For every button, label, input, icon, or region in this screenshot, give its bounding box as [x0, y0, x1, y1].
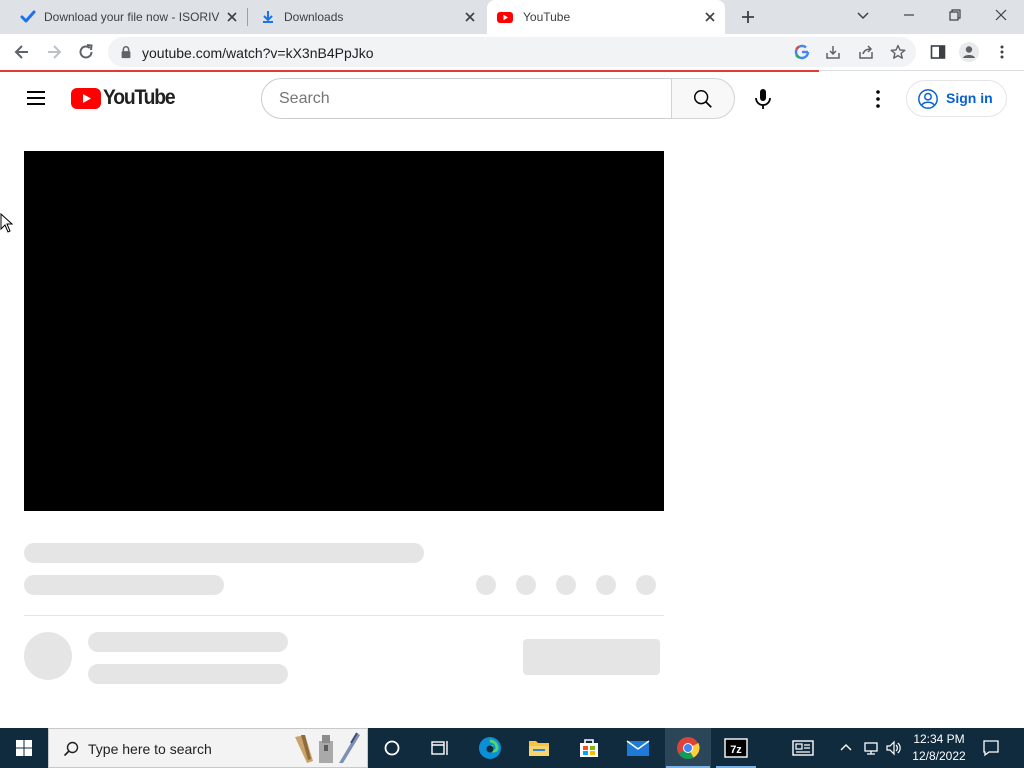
video-player[interactable]: [24, 151, 664, 511]
tab-title: Download your file now - ISORIV: [44, 10, 220, 24]
channel-name-skeleton: [88, 632, 288, 652]
reload-icon[interactable]: [76, 42, 96, 62]
mail-icon[interactable]: [626, 736, 650, 760]
action-skeleton: [476, 575, 496, 595]
search-icon: [694, 90, 712, 108]
forward-icon[interactable]: [44, 42, 64, 62]
search-placeholder: Search: [279, 90, 330, 107]
download-favicon-icon: [263, 11, 273, 23]
page-load-progress-bar: [0, 70, 819, 72]
close-tab-icon[interactable]: [702, 9, 718, 25]
chrome-menu-icon[interactable]: [994, 44, 1010, 60]
network-icon[interactable]: [863, 740, 879, 756]
chrome-icon[interactable]: [676, 736, 700, 760]
search-button[interactable]: [671, 78, 735, 119]
meta-skeleton: [24, 575, 224, 595]
check-favicon-icon: [20, 10, 36, 23]
action-skeleton: [516, 575, 536, 595]
url-text: youtube.com/watch?v=kX3nB4PpJko: [142, 45, 374, 61]
tab-search-chevron-icon[interactable]: [855, 7, 871, 23]
close-tab-icon[interactable]: [462, 9, 478, 25]
channel-avatar-skeleton: [24, 632, 72, 680]
tab-downloads[interactable]: Downloads: [248, 0, 486, 34]
close-window-icon[interactable]: [993, 7, 1009, 23]
youtube-logo-text: YouTube: [103, 86, 176, 109]
tab-youtube[interactable]: YouTube: [487, 0, 725, 34]
volume-icon[interactable]: [885, 740, 901, 756]
channel-subs-skeleton: [88, 664, 288, 684]
lock-icon[interactable]: [119, 44, 133, 60]
windows-taskbar: Type here to search 7z: [0, 728, 1024, 768]
minimize-icon[interactable]: [901, 7, 917, 23]
tab-title: Downloads: [284, 10, 344, 24]
settings-more-icon[interactable]: [866, 87, 890, 111]
search-icon: [63, 741, 79, 757]
youtube-logo[interactable]: YouTube: [71, 86, 176, 112]
back-icon[interactable]: [12, 42, 32, 62]
sign-in-label: Sign in: [946, 90, 993, 106]
search-highlight-illustration-icon: [295, 732, 360, 763]
account-circle-icon: [918, 89, 938, 109]
youtube-play-icon: [71, 88, 101, 109]
youtube-favicon-icon: [497, 12, 513, 23]
share-icon[interactable]: [858, 44, 874, 60]
bookmark-star-icon[interactable]: [890, 44, 906, 60]
new-tab-icon[interactable]: [740, 9, 756, 25]
voice-search-icon[interactable]: [751, 87, 775, 111]
clock-date: 12/8/2022: [912, 749, 966, 763]
action-skeleton: [596, 575, 616, 595]
action-skeleton: [556, 575, 576, 595]
notifications-icon[interactable]: [982, 739, 1000, 757]
mouse-cursor-icon: [0, 213, 14, 233]
google-lens-icon[interactable]: [794, 44, 810, 60]
side-panel-icon[interactable]: [930, 44, 946, 60]
show-hidden-icons-chevron-icon[interactable]: [838, 740, 854, 756]
svg-text:7z: 7z: [730, 744, 742, 756]
title-skeleton: [24, 543, 424, 563]
system-clock[interactable]: 12:34 PM 12/8/2022: [904, 731, 974, 765]
sign-in-button[interactable]: Sign in: [906, 80, 1007, 117]
clock-time: 12:34 PM: [913, 732, 965, 746]
restore-icon[interactable]: [947, 7, 963, 23]
edge-browser-icon[interactable]: [478, 736, 502, 760]
action-skeleton: [636, 575, 656, 595]
search-input[interactable]: Search: [261, 78, 672, 119]
windows-start-icon[interactable]: [16, 740, 32, 756]
tab-title: YouTube: [523, 10, 571, 24]
microsoft-store-icon[interactable]: [577, 736, 601, 760]
cortana-icon[interactable]: [382, 738, 402, 758]
browser-toolbar: youtube.com/watch?v=kX3nB4PpJko: [0, 34, 1024, 70]
youtube-search-bar: Search: [261, 78, 735, 119]
hamburger-menu-icon[interactable]: [24, 86, 48, 110]
news-widget-icon[interactable]: [791, 736, 815, 760]
close-tab-icon[interactable]: [224, 9, 240, 25]
file-explorer-icon[interactable]: [527, 736, 551, 760]
task-view-icon[interactable]: [430, 738, 450, 758]
address-bar[interactable]: youtube.com/watch?v=kX3nB4PpJko: [108, 37, 916, 67]
subscribe-button-skeleton: [523, 639, 660, 675]
taskbar-search-placeholder: Type here to search: [88, 741, 212, 757]
tab-isoriv[interactable]: Download your file now - ISORIV: [8, 0, 246, 34]
profile-avatar-icon[interactable]: [959, 42, 979, 62]
tab-strip: Download your file now - ISORIV Download…: [0, 0, 1024, 34]
install-app-icon[interactable]: [825, 44, 841, 60]
taskbar-search-box[interactable]: Type here to search: [48, 728, 368, 768]
divider: [24, 615, 664, 616]
7zip-icon[interactable]: 7z: [724, 736, 748, 760]
